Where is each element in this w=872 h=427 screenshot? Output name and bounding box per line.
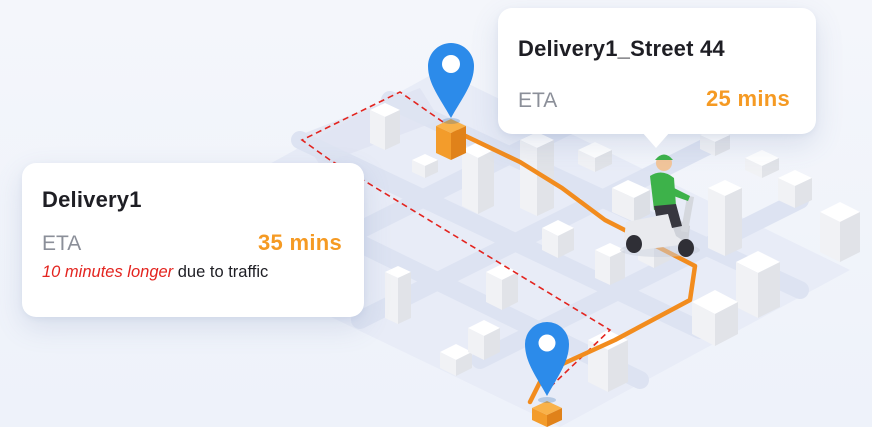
delivery-title: Delivery1	[42, 187, 142, 212]
traffic-note: 10 minutes longer due to traffic	[42, 263, 268, 282]
destination-info-card[interactable]: Delivery1_Street 44 ETA 25 mins	[498, 8, 816, 148]
building	[462, 142, 494, 214]
eta-label: ETA	[518, 89, 558, 112]
delivery-info-card[interactable]: Delivery1 ETA 35 mins 10 minutes longer …	[22, 163, 364, 317]
building	[385, 266, 411, 324]
building	[370, 103, 400, 150]
package-marker-icon	[436, 119, 466, 160]
building	[692, 290, 738, 346]
eta-label: ETA	[42, 232, 82, 255]
building	[708, 180, 742, 256]
building	[542, 220, 574, 258]
eta-value: 35 mins	[257, 230, 342, 255]
building	[588, 330, 628, 392]
building	[468, 320, 500, 360]
callout-pointer	[642, 132, 670, 148]
building	[736, 251, 780, 318]
eta-value: 25 mins	[705, 86, 790, 111]
building	[778, 170, 812, 208]
building	[820, 202, 860, 262]
destination-title: Delivery1_Street 44	[518, 36, 725, 61]
delay-highlight: 10 minutes longer	[42, 263, 174, 281]
delay-reason: due to traffic	[173, 263, 269, 281]
